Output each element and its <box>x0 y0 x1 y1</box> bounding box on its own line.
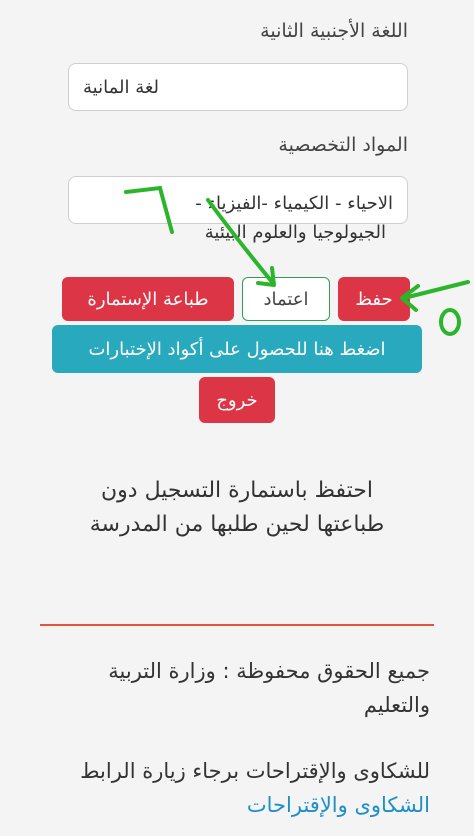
complaints: للشكاوى والإقتراحات برجاء زيارة الرابط ا… <box>30 754 430 822</box>
specialization-value-line2: الجيولوجيا والعلوم البيئية <box>204 222 386 243</box>
copyright: جميع الحقوق محفوظة : وزارة التربية والتع… <box>30 654 430 722</box>
second-language-label: اللغة الأجنبية الثانية <box>260 20 408 42</box>
specialization-field[interactable]: الاحياء - الكيمياء -الفيزياء - <box>68 176 408 224</box>
exam-codes-button[interactable]: اضغط هنا للحصول على أكواد الإختبارات <box>52 325 422 373</box>
registration-note: احتفظ باستمارة التسجيل دون طباعتها لحين … <box>40 474 434 542</box>
second-language-field[interactable]: لغة المانية <box>68 63 408 111</box>
print-form-button[interactable]: طباعة الإستمارة <box>62 277 234 321</box>
second-language-value: لغة المانية <box>83 76 160 98</box>
complaints-text: للشكاوى والإقتراحات برجاء زيارة الرابط <box>80 759 430 783</box>
registration-note-line1: احتفظ باستمارة التسجيل دون <box>101 478 373 503</box>
exit-button[interactable]: خروج <box>199 377 275 423</box>
copyright-line2: والتعليم <box>363 693 430 717</box>
annotation-mark-five-icon <box>439 308 461 336</box>
registration-note-line2: طباعتها لحين طلبها من المدرسة <box>89 512 385 537</box>
copyright-line1: جميع الحقوق محفوظة : وزارة التربية <box>108 659 430 683</box>
annotation-arrow-save-icon <box>400 280 470 312</box>
specialization-value-line1: الاحياء - الكيمياء -الفيزياء - <box>195 193 393 214</box>
specialization-label: المواد التخصصية <box>278 134 408 156</box>
complaints-link[interactable]: الشكاوى والإقتراحات <box>30 788 430 822</box>
save-button[interactable]: حفظ <box>338 277 410 321</box>
footer-divider <box>40 624 434 626</box>
approve-button[interactable]: اعتماد <box>242 277 330 321</box>
